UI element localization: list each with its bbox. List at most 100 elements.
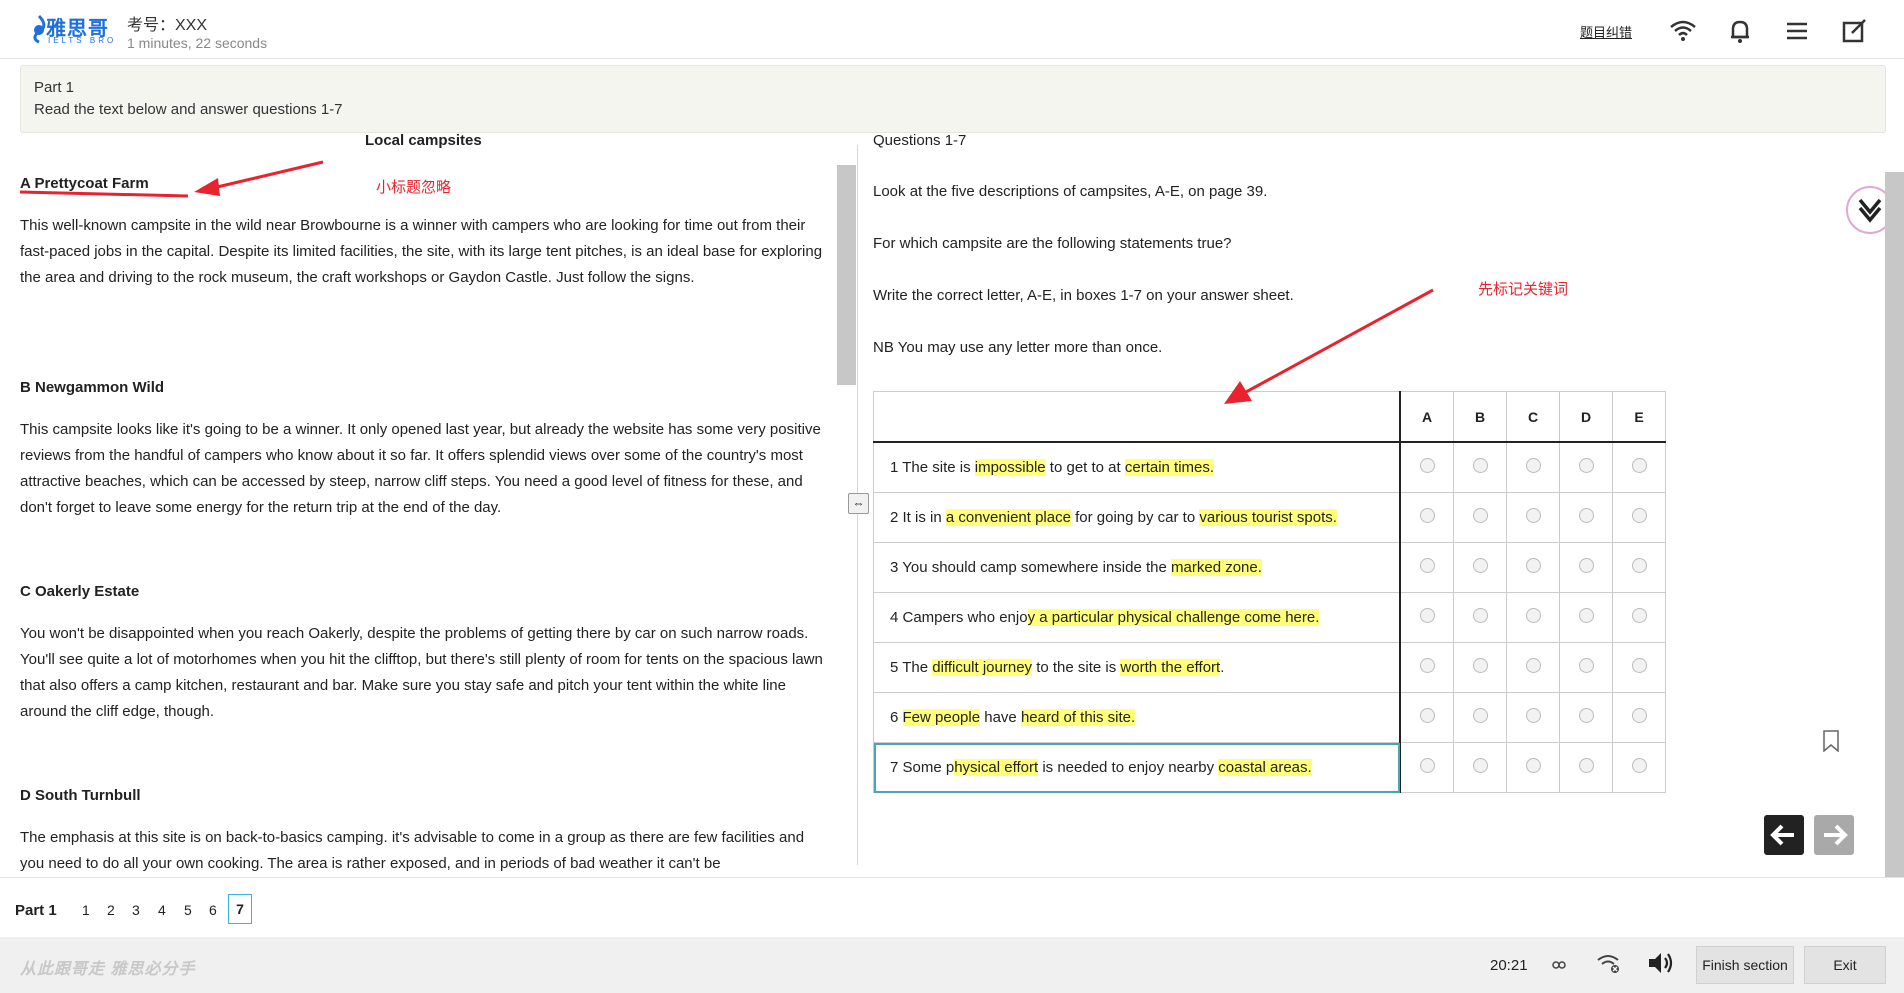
- radio-button[interactable]: [1578, 757, 1594, 773]
- questions-pane: Questions 1-7 Look at the five descripti…: [873, 132, 1873, 872]
- answer-cell-4-e[interactable]: [1612, 592, 1666, 643]
- finish-section-button[interactable]: Finish section: [1696, 946, 1794, 984]
- radio-button[interactable]: [1525, 607, 1541, 623]
- option-header-b: B: [1453, 391, 1507, 443]
- radio-button[interactable]: [1419, 757, 1435, 773]
- answer-cell-2-e[interactable]: [1612, 492, 1666, 543]
- wifi-icon[interactable]: [1668, 16, 1698, 46]
- bell-icon[interactable]: [1725, 16, 1755, 46]
- wifi-off-icon[interactable]: [1595, 950, 1621, 976]
- radio-button[interactable]: [1525, 707, 1541, 723]
- radio-button[interactable]: [1631, 657, 1647, 673]
- question-nav-4[interactable]: 4: [158, 902, 166, 918]
- answer-cell-5-b[interactable]: [1453, 642, 1507, 693]
- answer-cell-1-e[interactable]: [1612, 441, 1666, 493]
- answer-cell-1-d[interactable]: [1559, 441, 1613, 493]
- radio-button[interactable]: [1472, 757, 1488, 773]
- radio-button[interactable]: [1578, 707, 1594, 723]
- radio-button[interactable]: [1578, 557, 1594, 573]
- answer-cell-5-d[interactable]: [1559, 642, 1613, 693]
- radio-button[interactable]: [1525, 657, 1541, 673]
- question-nav-7-current[interactable]: 7: [228, 894, 252, 924]
- answer-cell-2-c[interactable]: [1506, 492, 1560, 543]
- radio-button[interactable]: [1419, 707, 1435, 723]
- radio-button[interactable]: [1631, 707, 1647, 723]
- bookmark-icon[interactable]: [1822, 730, 1840, 752]
- radio-button[interactable]: [1525, 457, 1541, 473]
- radio-button[interactable]: [1525, 757, 1541, 773]
- radio-button[interactable]: [1472, 507, 1488, 523]
- answer-cell-4-c[interactable]: [1506, 592, 1560, 643]
- answer-cell-5-c[interactable]: [1506, 642, 1560, 693]
- answer-cell-5-e[interactable]: [1612, 642, 1666, 693]
- question-nav-5[interactable]: 5: [184, 902, 192, 918]
- radio-button[interactable]: [1631, 507, 1647, 523]
- question-nav-2[interactable]: 2: [107, 902, 115, 918]
- exit-button[interactable]: Exit: [1804, 946, 1886, 984]
- passage-scrollbar[interactable]: [837, 165, 856, 385]
- radio-button[interactable]: [1578, 507, 1594, 523]
- radio-button[interactable]: [1419, 607, 1435, 623]
- radio-button[interactable]: [1419, 657, 1435, 673]
- footer-bar: 从此跟哥走 雅思必分手 20:21 Finish section Exit: [0, 937, 1904, 993]
- highlighted-text: heard of this site.: [1020, 709, 1136, 726]
- answer-cell-6-a[interactable]: [1399, 692, 1454, 743]
- answer-cell-4-b[interactable]: [1453, 592, 1507, 643]
- resize-handle-icon[interactable]: ⇔: [848, 493, 869, 514]
- radio-button[interactable]: [1472, 707, 1488, 723]
- radio-button[interactable]: [1472, 607, 1488, 623]
- answer-cell-4-a[interactable]: [1399, 592, 1454, 643]
- answer-cell-6-c[interactable]: [1506, 692, 1560, 743]
- question-nav-1[interactable]: 1: [82, 902, 90, 918]
- answer-cell-2-a[interactable]: [1399, 492, 1454, 543]
- radio-button[interactable]: [1525, 557, 1541, 573]
- radio-button[interactable]: [1472, 457, 1488, 473]
- answer-cell-6-d[interactable]: [1559, 692, 1613, 743]
- answer-cell-3-b[interactable]: [1453, 542, 1507, 593]
- answer-cell-7-c[interactable]: [1506, 742, 1560, 793]
- report-error-link[interactable]: 题目纠错: [1580, 22, 1632, 41]
- question-nav-6[interactable]: 6: [209, 902, 217, 918]
- answer-cell-2-b[interactable]: [1453, 492, 1507, 543]
- radio-button[interactable]: [1525, 507, 1541, 523]
- answer-cell-1-b[interactable]: [1453, 441, 1507, 493]
- radio-button[interactable]: [1631, 607, 1647, 623]
- next-button[interactable]: [1814, 815, 1854, 855]
- radio-button[interactable]: [1631, 457, 1647, 473]
- answer-cell-3-a[interactable]: [1399, 542, 1454, 593]
- answer-cell-7-b[interactable]: [1453, 742, 1507, 793]
- radio-button[interactable]: [1631, 757, 1647, 773]
- radio-button[interactable]: [1578, 657, 1594, 673]
- answer-cell-1-c[interactable]: [1506, 441, 1560, 493]
- radio-button[interactable]: [1472, 557, 1488, 573]
- menu-icon[interactable]: [1782, 16, 1812, 46]
- answer-cell-7-a[interactable]: [1399, 742, 1454, 793]
- answer-cell-1-a[interactable]: [1399, 441, 1454, 493]
- radio-button[interactable]: [1419, 457, 1435, 473]
- radio-button[interactable]: [1578, 607, 1594, 623]
- radio-button[interactable]: [1472, 657, 1488, 673]
- answer-cell-7-d[interactable]: [1559, 742, 1613, 793]
- previous-button[interactable]: [1764, 815, 1804, 855]
- link-icon[interactable]: [1552, 958, 1566, 972]
- part-label: Part 1: [15, 902, 57, 919]
- answer-cell-6-e[interactable]: [1612, 692, 1666, 743]
- page-scrollbar[interactable]: [1885, 172, 1904, 877]
- answer-cell-4-d[interactable]: [1559, 592, 1613, 643]
- part-title: Part 1: [34, 79, 75, 96]
- question-nav-3[interactable]: 3: [132, 902, 140, 918]
- answer-cell-3-c[interactable]: [1506, 542, 1560, 593]
- answer-cell-3-d[interactable]: [1559, 542, 1613, 593]
- radio-button[interactable]: [1419, 507, 1435, 523]
- radio-button[interactable]: [1578, 457, 1594, 473]
- highlighted-text: difficult journey: [932, 659, 1033, 676]
- edit-icon[interactable]: [1839, 16, 1869, 46]
- answer-cell-3-e[interactable]: [1612, 542, 1666, 593]
- radio-button[interactable]: [1631, 557, 1647, 573]
- answer-cell-6-b[interactable]: [1453, 692, 1507, 743]
- answer-cell-2-d[interactable]: [1559, 492, 1613, 543]
- radio-button[interactable]: [1419, 557, 1435, 573]
- answer-cell-7-e[interactable]: [1612, 742, 1666, 793]
- answer-cell-5-a[interactable]: [1399, 642, 1454, 693]
- volume-icon[interactable]: [1646, 950, 1674, 976]
